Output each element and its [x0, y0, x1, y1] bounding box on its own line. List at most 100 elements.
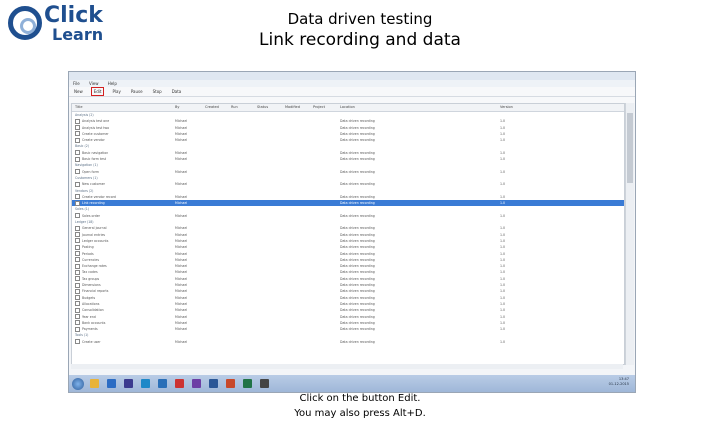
browser-icon[interactable]: [107, 379, 116, 388]
row-checkbox[interactable]: [75, 169, 80, 175]
col-header[interactable]: Created: [202, 104, 228, 111]
caption-line-1: Click on the button Edit.: [299, 393, 421, 404]
cell-text: Budgets: [82, 295, 96, 300]
table-cell: 1.0: [500, 169, 506, 174]
cell-text: Exchange rates: [82, 264, 107, 269]
app-icon[interactable]: [192, 379, 201, 388]
row-checkbox[interactable]: [75, 150, 80, 156]
col-header[interactable]: Version: [497, 104, 624, 111]
row-checkbox[interactable]: [75, 314, 80, 319]
excel-icon[interactable]: [243, 379, 252, 388]
cell-text: Create user: [82, 339, 101, 344]
tray-date: 01-12-2015: [608, 382, 629, 386]
row-checkbox[interactable]: [75, 200, 80, 206]
data-button[interactable]: Data: [170, 88, 184, 95]
app-icon[interactable]: [260, 379, 269, 388]
slide-title: Data driven testing: [287, 10, 433, 28]
edit-button[interactable]: Edit: [90, 87, 105, 96]
horizontal-scrollbar[interactable]: [71, 364, 623, 369]
play-button[interactable]: Play: [110, 88, 122, 95]
app-icon[interactable]: [124, 379, 133, 388]
cell-text: Create customer: [82, 131, 109, 136]
table-row[interactable]: Create user Michael Data driven recording 1…: [72, 339, 624, 345]
app-icon[interactable]: [175, 379, 184, 388]
row-checkbox[interactable]: [75, 137, 80, 143]
row-checkbox[interactable]: [75, 131, 80, 137]
table-cell: [202, 339, 228, 345]
row-checkbox[interactable]: [75, 225, 80, 231]
toolbar: New Edit Play Pause Stop Data: [69, 87, 635, 97]
row-checkbox[interactable]: [75, 125, 80, 131]
cell-text: Posting: [82, 245, 94, 250]
table-cell: [254, 339, 282, 345]
table-cell: [282, 339, 310, 345]
row-checkbox[interactable]: [75, 320, 80, 326]
caption-line-2: You may also press Alt+D.: [294, 408, 426, 419]
menu-help[interactable]: Help: [108, 81, 117, 86]
row-checkbox[interactable]: [75, 118, 80, 124]
cell-text: Tax codes: [82, 270, 98, 275]
cell-text: Periods: [82, 251, 94, 256]
row-checkbox[interactable]: [75, 307, 80, 313]
explorer-icon[interactable]: [90, 379, 99, 388]
menu-view[interactable]: View: [89, 81, 99, 86]
cell-text: Journal entries: [82, 232, 106, 237]
app-icon[interactable]: [141, 379, 150, 388]
row-checkbox[interactable]: [75, 269, 80, 275]
table-cell: Michael: [175, 339, 188, 344]
row-checkbox[interactable]: [75, 213, 80, 219]
table-cell: [310, 339, 337, 345]
col-header[interactable]: Status: [254, 104, 282, 111]
cell-text: Open form: [82, 169, 99, 174]
table-cell: 1.0: [500, 339, 506, 344]
col-header[interactable]: Run: [228, 104, 254, 111]
col-header[interactable]: Location: [337, 104, 497, 111]
row-checkbox[interactable]: [75, 257, 80, 263]
cell-text: Currencies: [82, 257, 99, 262]
start-button-icon[interactable]: [72, 377, 84, 390]
row-checkbox[interactable]: [75, 276, 80, 282]
table-cell: 1.0: [500, 327, 506, 332]
row-checkbox[interactable]: [75, 326, 80, 332]
row-checkbox[interactable]: [75, 232, 80, 238]
col-header[interactable]: Project: [310, 104, 337, 111]
row-checkbox[interactable]: [75, 238, 80, 244]
cell-text: Financial reports: [82, 289, 109, 294]
cell-text: Analysis test two: [82, 125, 110, 130]
system-tray: 13:47 01-12-2015: [609, 377, 629, 387]
row-checkbox[interactable]: [75, 301, 80, 307]
table-cell: [228, 339, 254, 345]
new-button[interactable]: New: [72, 88, 85, 95]
scroll-thumb[interactable]: [627, 113, 633, 183]
vertical-scrollbar[interactable]: [625, 103, 634, 365]
row-checkbox[interactable]: [75, 263, 80, 269]
cell-text: Consolidation: [82, 308, 104, 313]
grid-header: Title By Created Run Status Modified Pro…: [72, 104, 624, 112]
table-cell: 1.0: [500, 138, 506, 143]
row-checkbox[interactable]: [75, 339, 80, 345]
pause-button[interactable]: Pause: [129, 88, 145, 95]
menu-file[interactable]: File: [73, 81, 80, 86]
cell-text: Year end: [82, 314, 96, 319]
row-checkbox[interactable]: [75, 282, 80, 288]
cell-text: Link recording: [82, 201, 105, 206]
col-header[interactable]: By: [172, 104, 202, 111]
row-checkbox[interactable]: [75, 181, 80, 187]
app-icon[interactable]: [158, 379, 167, 388]
table-cell: 1.0: [500, 201, 506, 206]
row-checkbox[interactable]: [75, 288, 80, 294]
row-checkbox[interactable]: [75, 156, 80, 162]
window-titlebar: [69, 72, 635, 80]
row-checkbox[interactable]: [75, 244, 80, 250]
powerpoint-icon[interactable]: [226, 379, 235, 388]
row-checkbox[interactable]: [75, 194, 80, 200]
row-checkbox[interactable]: [75, 295, 80, 301]
col-header[interactable]: Modified: [282, 104, 310, 111]
stop-button[interactable]: Stop: [151, 88, 164, 95]
cell-text: General journal: [82, 226, 107, 231]
word-icon[interactable]: [209, 379, 218, 388]
col-header[interactable]: Title: [72, 104, 172, 111]
app-screenshot: File View Help New Edit Play Pause Stop …: [68, 71, 636, 393]
row-checkbox[interactable]: [75, 251, 80, 257]
table-cell: Data driven recording: [340, 339, 375, 344]
